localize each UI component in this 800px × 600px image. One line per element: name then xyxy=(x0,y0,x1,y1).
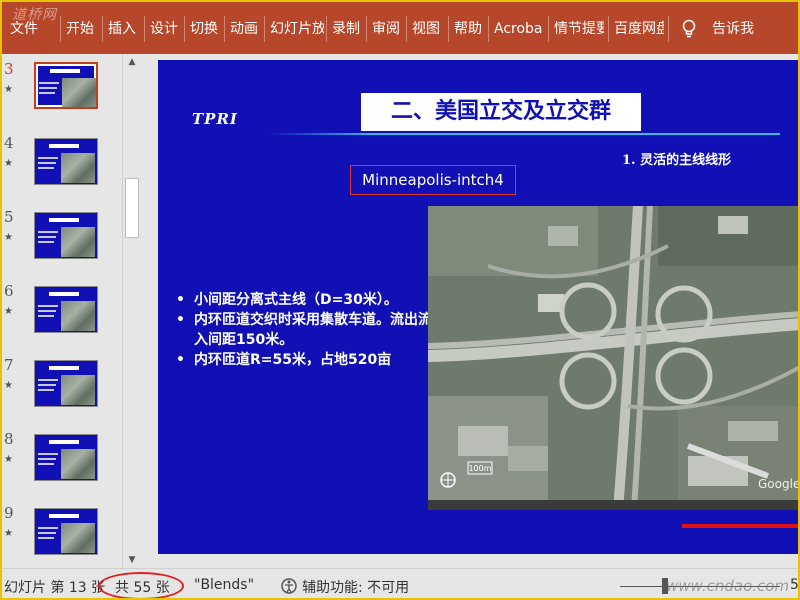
bullet-item: 小间距分离式主线（D=30米）。 xyxy=(174,290,432,310)
tab-help[interactable]: 帮助 xyxy=(454,18,484,40)
theme-name: "Blends" xyxy=(194,577,255,593)
tab-home[interactable]: 开始 xyxy=(66,18,96,40)
tab-transitions[interactable]: 切换 xyxy=(190,18,220,40)
title-underline xyxy=(268,133,780,135)
slide-canvas[interactable]: TPRI 二、美国立交及立交群 1. 灵活的主线线形 Minneapolis-i… xyxy=(158,60,800,554)
tab-divider xyxy=(608,16,609,42)
tab-divider xyxy=(326,16,327,42)
scroll-down-arrow-icon[interactable]: ▼ xyxy=(123,552,141,568)
slide-thumbnail-active[interactable] xyxy=(34,62,98,109)
thumbnail-scrollbar[interactable]: ▲ ▼ xyxy=(122,54,140,568)
slide-thumbnail[interactable] xyxy=(34,360,98,407)
map-brand-label: Google xyxy=(758,477,800,491)
tab-acrobat[interactable]: Acroba xyxy=(494,18,544,40)
tab-divider xyxy=(488,16,489,42)
zoom-value[interactable]: 5 xyxy=(790,577,798,593)
aerial-interchange-photo[interactable]: 100m Google xyxy=(428,206,800,510)
animation-star-icon: ★ xyxy=(4,380,13,391)
tab-record[interactable]: 录制 xyxy=(332,18,362,40)
slide-thumbnail[interactable] xyxy=(34,508,98,555)
thumbnail-number: 6 xyxy=(4,282,14,300)
thumbnail-number: 3 xyxy=(4,60,14,78)
tab-slideshow[interactable]: 幻灯片放 xyxy=(270,18,324,40)
animation-star-icon: ★ xyxy=(4,306,13,317)
tab-divider xyxy=(366,16,367,42)
red-accent-line xyxy=(682,524,798,528)
tab-divider xyxy=(406,16,407,42)
scroll-up-arrow-icon[interactable]: ▲ xyxy=(123,54,141,70)
tab-insert[interactable]: 插入 xyxy=(108,18,138,40)
slide-thumbnail[interactable] xyxy=(34,286,98,333)
ribbon-tab-bar: 道桥网 文件 开始 插入 设计 切换 动画 幻灯片放 录制 审阅 视图 帮助 A… xyxy=(2,2,798,54)
tab-divider xyxy=(264,16,265,42)
bullet-item: 内环匝道交织时采用集散车道。流出流入间距150米。 xyxy=(174,310,432,350)
app-window: 道桥网 文件 开始 插入 设计 切换 动画 幻灯片放 录制 审阅 视图 帮助 A… xyxy=(0,0,800,600)
tab-divider xyxy=(224,16,225,42)
slide-title[interactable]: 二、美国立交及立交群 xyxy=(361,93,641,131)
tab-divider xyxy=(60,16,61,42)
site-name-label[interactable]: Minneapolis-intch4 xyxy=(350,165,516,195)
bullet-item: 内环匝道R=55米，占地520亩 xyxy=(174,350,432,370)
cndao-watermark: www.cndao.com xyxy=(666,577,790,595)
tpri-logo: TPRI xyxy=(192,110,238,128)
tab-storyboarding[interactable]: 情节提要 xyxy=(554,18,604,40)
tab-animations[interactable]: 动画 xyxy=(230,18,260,40)
slide-subheading[interactable]: 1. 灵活的主线线形 xyxy=(622,149,731,168)
accessibility-status[interactable]: 辅助功能: 不可用 xyxy=(302,577,409,597)
tab-divider xyxy=(448,16,449,42)
accessibility-icon[interactable] xyxy=(280,577,298,595)
thumbnail-number: 8 xyxy=(4,430,14,448)
scrollbar-thumb[interactable] xyxy=(125,178,139,238)
tab-design[interactable]: 设计 xyxy=(150,18,180,40)
slide-thumbnail[interactable] xyxy=(34,138,98,185)
slide-thumbnail[interactable] xyxy=(34,434,98,481)
animation-star-icon: ★ xyxy=(4,528,13,539)
tab-review[interactable]: 审阅 xyxy=(372,18,402,40)
tab-divider xyxy=(184,16,185,42)
animation-star-icon: ★ xyxy=(4,84,13,95)
animation-star-icon: ★ xyxy=(4,158,13,169)
tab-baidu-netdisk[interactable]: 百度网盘 xyxy=(614,18,664,40)
tab-divider xyxy=(144,16,145,42)
tab-view[interactable]: 视图 xyxy=(412,18,442,40)
highlight-ellipse xyxy=(98,572,184,598)
thumbnail-number: 4 xyxy=(4,134,14,152)
lightbulb-icon[interactable] xyxy=(680,19,698,39)
thumbnail-number: 5 xyxy=(4,208,14,226)
tab-divider xyxy=(668,16,669,42)
slide-thumbnail[interactable] xyxy=(34,212,98,259)
tell-me-search[interactable]: 告诉我 xyxy=(712,18,772,40)
animation-star-icon: ★ xyxy=(4,454,13,465)
slide-thumbnail-pane: 3 ★ 4 ★ 5 ★ 6 ★ 7 ★ 8 ★ 9 ★ xyxy=(2,54,142,568)
animation-star-icon: ★ xyxy=(4,232,13,243)
status-bar: 幻灯片 第 13 张 共 55 张 "Blends" 辅助功能: 不可用 www… xyxy=(2,568,798,598)
thumbnail-number: 9 xyxy=(4,504,14,522)
tab-divider xyxy=(102,16,103,42)
tab-file[interactable]: 文件 xyxy=(10,18,40,40)
slide-position[interactable]: 幻灯片 第 13 张 xyxy=(4,577,105,597)
map-scale-label: 100m xyxy=(468,464,491,473)
bullet-list[interactable]: 小间距分离式主线（D=30米）。 内环匝道交织时采用集散车道。流出流入间距150… xyxy=(174,290,432,370)
thumbnail-number: 7 xyxy=(4,356,14,374)
tab-divider xyxy=(548,16,549,42)
aerial-photo-illustration: 100m Google xyxy=(428,206,800,510)
